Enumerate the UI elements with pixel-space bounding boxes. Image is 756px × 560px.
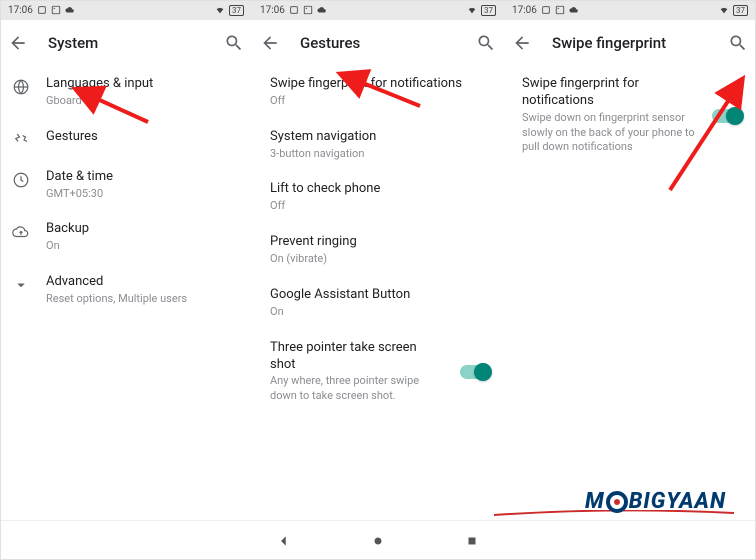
back-button[interactable] xyxy=(512,33,532,53)
screen-system: 17:06 37 System Languages & inputGboard xyxy=(0,0,252,520)
watermark-o-icon xyxy=(606,491,628,513)
battery-icon: 37 xyxy=(733,5,748,16)
watermark-logo: M BIGYAAN xyxy=(585,489,726,514)
search-button[interactable] xyxy=(476,33,496,53)
nav-recents-button[interactable] xyxy=(465,534,479,548)
battery-icon: 37 xyxy=(481,5,496,16)
screenshot-icon xyxy=(37,5,47,15)
pref-swipe-fingerprint[interactable]: Swipe fingerprint for notificationsOff xyxy=(252,66,504,119)
globe-icon xyxy=(12,78,30,96)
pref-sub: On xyxy=(270,305,490,320)
wifi-icon xyxy=(215,5,225,15)
pref-datetime[interactable]: Date & timeGMT+05:30 xyxy=(0,159,252,212)
image-icon xyxy=(303,5,313,15)
status-time: 17:06 xyxy=(260,5,285,16)
page-title: Swipe fingerprint xyxy=(552,34,708,52)
screenshot-icon xyxy=(541,5,551,15)
pref-title: Prevent ringing xyxy=(270,234,490,251)
cloud-icon xyxy=(569,5,579,15)
pref-title: Languages & input xyxy=(46,76,238,93)
clock-icon xyxy=(12,171,30,189)
pref-prevent-ringing[interactable]: Prevent ringingOn (vibrate) xyxy=(252,224,504,277)
back-button[interactable] xyxy=(260,33,280,53)
pref-lift-check[interactable]: Lift to check phoneOff xyxy=(252,171,504,224)
pref-sub: Off xyxy=(270,94,490,109)
pref-sub: On xyxy=(46,239,238,254)
toggle-swipe-fp[interactable] xyxy=(712,109,742,123)
pref-languages[interactable]: Languages & inputGboard xyxy=(0,66,252,119)
search-button[interactable] xyxy=(224,33,244,53)
back-button[interactable] xyxy=(8,33,28,53)
pref-sub: GMT+05:30 xyxy=(46,187,238,202)
status-time: 17:06 xyxy=(8,5,33,16)
app-bar: Gestures xyxy=(252,20,504,66)
pref-sub: Reset options, Multiple users xyxy=(46,292,238,307)
page-title: System xyxy=(48,34,204,52)
gestures-icon xyxy=(12,131,30,149)
screen-gestures: 17:06 37 Gestures Swipe fingerprint for … xyxy=(252,0,504,520)
pref-title: Date & time xyxy=(46,169,238,186)
pref-title: System navigation xyxy=(270,129,490,146)
watermark-text: M xyxy=(585,489,605,514)
pref-three-pointer[interactable]: Three pointer take screen shotAny where,… xyxy=(252,330,504,414)
watermark-text: BIGYAAN xyxy=(629,489,726,514)
screenshot-icon xyxy=(289,5,299,15)
image-icon xyxy=(555,5,565,15)
app-bar: Swipe fingerprint xyxy=(504,20,756,66)
pref-swipe-fp-notifications[interactable]: Swipe fingerprint for notificationsSwipe… xyxy=(504,66,756,165)
pref-advanced[interactable]: AdvancedReset options, Multiple users xyxy=(0,264,252,317)
wifi-icon xyxy=(467,5,477,15)
status-bar: 17:06 37 xyxy=(504,0,756,20)
pref-title: Gestures xyxy=(46,129,238,146)
pref-title: Lift to check phone xyxy=(270,181,490,198)
pref-assistant-button[interactable]: Google Assistant ButtonOn xyxy=(252,277,504,330)
pref-sub: On (vibrate) xyxy=(270,252,490,267)
system-nav-bar xyxy=(0,520,756,560)
pref-title: Swipe fingerprint for notifications xyxy=(270,76,490,93)
app-bar: System xyxy=(0,20,252,66)
screen-swipe-fingerprint: 17:06 37 Swipe fingerprint Swipe fingerp… xyxy=(504,0,756,520)
pref-title: Google Assistant Button xyxy=(270,287,490,304)
status-bar: 17:06 37 xyxy=(252,0,504,20)
pref-title: Backup xyxy=(46,221,238,238)
wifi-icon xyxy=(719,5,729,15)
pref-title: Advanced xyxy=(46,274,238,291)
cloud-up-icon xyxy=(12,223,30,241)
nav-back-button[interactable] xyxy=(277,534,291,548)
nav-home-button[interactable] xyxy=(371,534,385,548)
cloud-icon xyxy=(317,5,327,15)
pref-gestures[interactable]: Gestures xyxy=(0,119,252,159)
pref-sub: Off xyxy=(270,199,490,214)
image-icon xyxy=(51,5,61,15)
pref-sub: Any where, three pointer swipe down to t… xyxy=(270,374,444,404)
toggle-three-pointer[interactable] xyxy=(460,365,490,379)
page-title: Gestures xyxy=(300,34,456,52)
pref-sub: Swipe down on fingerprint sensor slowly … xyxy=(522,111,696,156)
pref-title: Three pointer take screen shot xyxy=(270,340,444,374)
cloud-icon xyxy=(65,5,75,15)
status-time: 17:06 xyxy=(512,5,537,16)
search-button[interactable] xyxy=(728,33,748,53)
expand-icon xyxy=(12,276,30,294)
status-bar: 17:06 37 xyxy=(0,0,252,20)
pref-sub: Gboard xyxy=(46,94,238,109)
pref-system-navigation[interactable]: System navigation3-button navigation xyxy=(252,119,504,172)
pref-sub: 3-button navigation xyxy=(270,147,490,162)
pref-backup[interactable]: BackupOn xyxy=(0,211,252,264)
battery-icon: 37 xyxy=(229,5,244,16)
pref-title: Swipe fingerprint for notifications xyxy=(522,76,696,110)
